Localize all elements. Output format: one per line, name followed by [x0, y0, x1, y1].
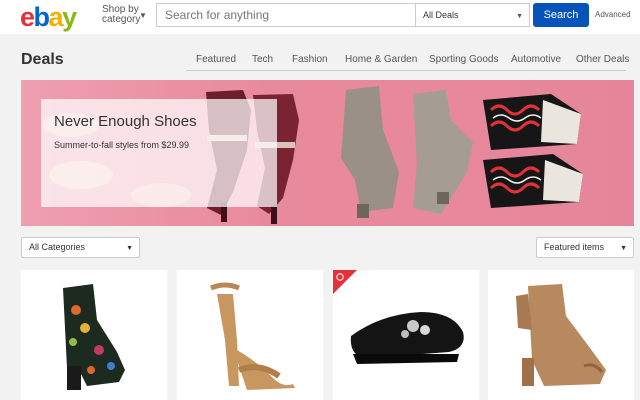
chevron-down-icon: ▼ — [139, 11, 147, 20]
chevron-down-icon: ▼ — [620, 245, 627, 252]
tab-automotive[interactable]: Automotive — [511, 54, 561, 65]
tab-home-garden[interactable]: Home & Garden — [345, 54, 417, 65]
ebay-logo[interactable]: ebay — [20, 4, 77, 31]
deals-nav: Featured Tech Fashion Home & Garden Spor… — [186, 51, 629, 71]
category-label: category — [102, 14, 141, 25]
sort-value: Featured items — [544, 242, 605, 252]
banner-subtitle: Summer-to-fall styles from $29.99 — [54, 140, 190, 150]
tab-featured[interactable]: Featured — [196, 54, 236, 65]
banner-title: Never Enough Shoes — [54, 113, 197, 130]
top-header: ebay Shop by category ▼ Search for anyth… — [0, 0, 640, 34]
category-dropdown-value: All Deals — [423, 10, 459, 20]
sort-dropdown[interactable]: Featured items ▼ — [536, 237, 634, 258]
search-button[interactable]: Search — [533, 3, 589, 27]
product-card[interactable] — [21, 270, 167, 400]
category-dropdown[interactable]: All Deals ▼ — [416, 3, 530, 27]
chevron-down-icon: ▼ — [126, 245, 133, 252]
product-card[interactable] — [488, 270, 634, 400]
search-input[interactable]: Search for anything — [156, 3, 416, 27]
tab-other-deals[interactable]: Other Deals — [576, 54, 629, 65]
promo-banner[interactable]: Never Enough Shoes Summer-to-fall styles… — [21, 80, 634, 226]
advanced-search-link[interactable]: Advanced — [595, 11, 631, 19]
tab-sporting-goods[interactable]: Sporting Goods — [429, 54, 499, 65]
category-filter-dropdown[interactable]: All Categories ▼ — [21, 237, 140, 258]
product-card[interactable] — [177, 270, 323, 400]
category-filter-value: All Categories — [29, 242, 86, 252]
tab-tech[interactable]: Tech — [252, 54, 273, 65]
page-title: Deals — [21, 51, 64, 68]
chevron-down-icon: ▼ — [516, 13, 523, 20]
shop-by-category-button[interactable]: Shop by category ▼ — [102, 5, 147, 25]
tab-fashion[interactable]: Fashion — [292, 54, 328, 65]
product-card[interactable] — [333, 270, 479, 400]
